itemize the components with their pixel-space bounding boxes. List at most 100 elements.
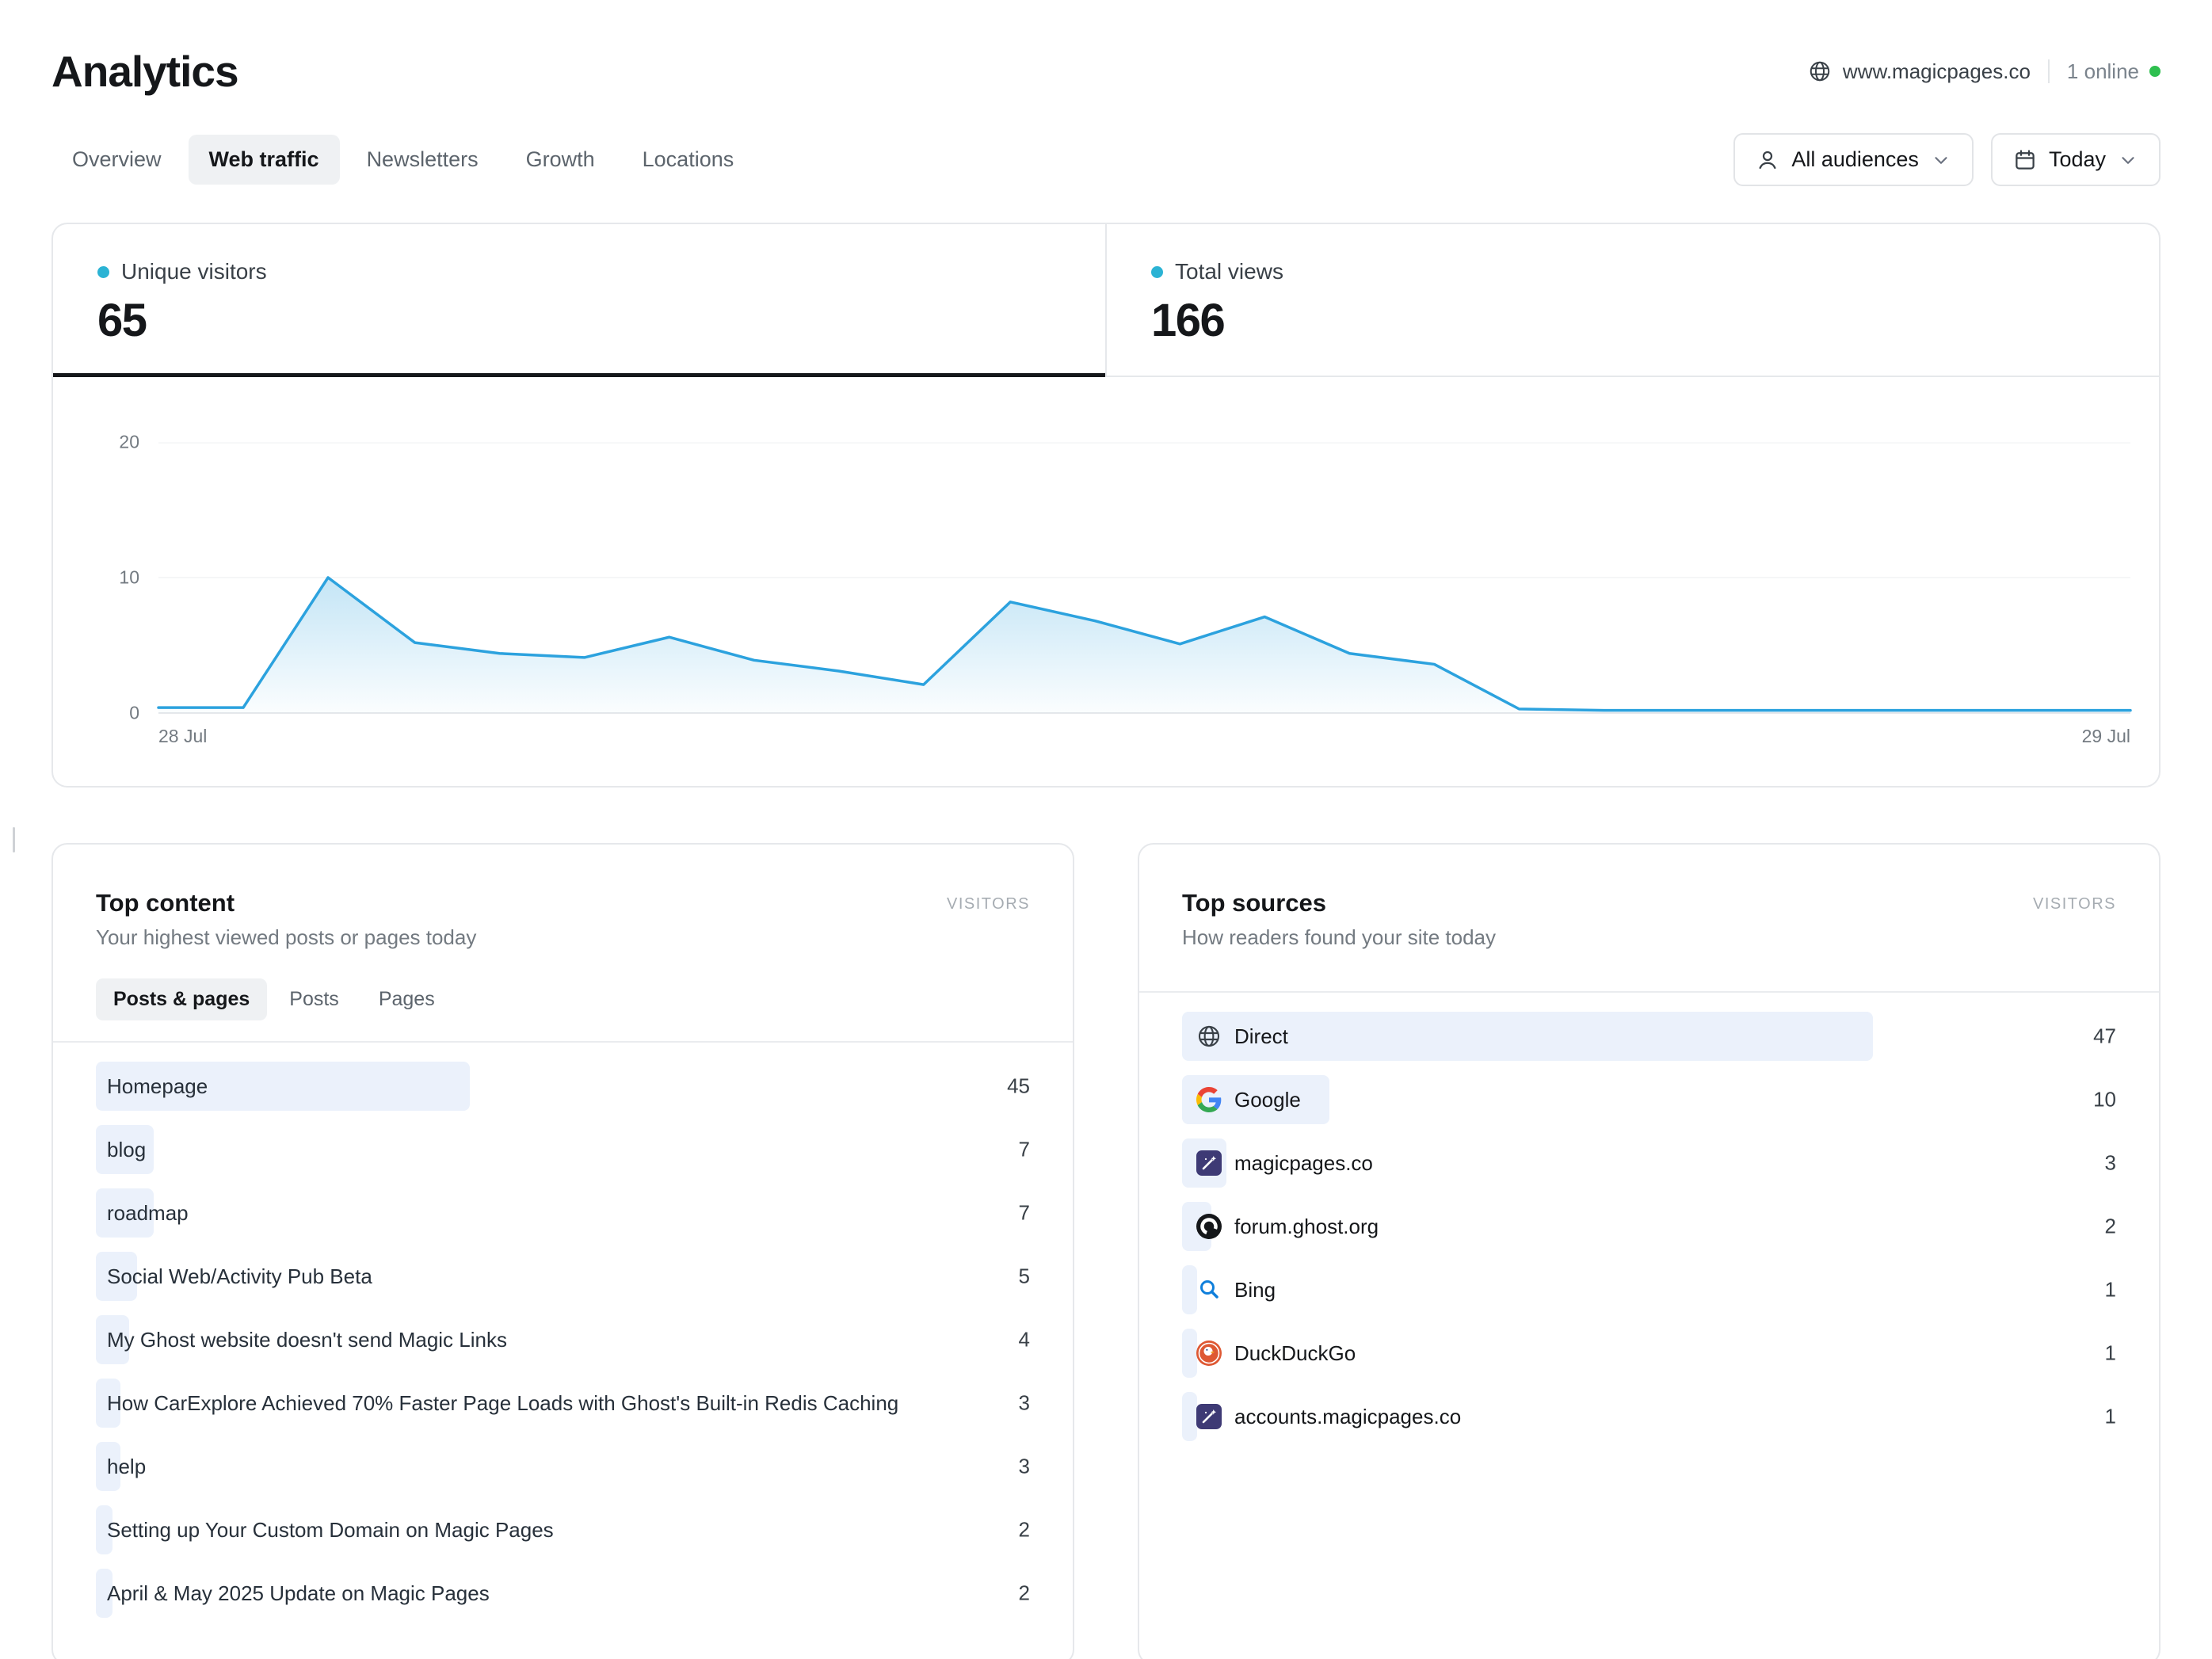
row-content: My Ghost website doesn't send Magic Link…	[96, 1315, 1030, 1364]
table-row[interactable]: Setting up Your Custom Domain on Magic P…	[96, 1505, 1030, 1554]
globe-icon	[1196, 1024, 1222, 1049]
row-content: magicpages.co	[1182, 1138, 2116, 1188]
analytics-page: Analytics www.magicpages.co 1 online Ove…	[0, 0, 2212, 1659]
row-value: 5	[1019, 1264, 1030, 1289]
card-subtitle: How readers found your site today	[1182, 925, 1496, 950]
toolbar: OverviewWeb trafficNewslettersGrowthLoca…	[51, 133, 2161, 186]
row-value: 3	[1019, 1455, 1030, 1479]
table-row[interactable]: April & May 2025 Update on Magic Pages2	[96, 1569, 1030, 1618]
duckduckgo-icon	[1196, 1341, 1222, 1366]
row-content: April & May 2025 Update on Magic Pages	[96, 1569, 1030, 1618]
card-header: Top content Your highest viewed posts or…	[53, 845, 1073, 950]
top-sources-card: Top sources How readers found your site …	[1138, 843, 2161, 1659]
row-content: Social Web/Activity Pub Beta	[96, 1252, 1030, 1301]
row-value: 2	[2105, 1215, 2116, 1239]
table-row[interactable]: blog7	[96, 1125, 1030, 1174]
stats-row: Unique visitors 65 Total views 166	[53, 224, 2159, 377]
content-rows: Homepage 45 blog7 roadmap 7 Social Web/Activi…	[53, 1043, 1073, 1659]
row-value: 3	[1019, 1391, 1030, 1416]
row-label: forum.ghost.org	[1234, 1215, 1379, 1239]
chart-y-axis: 01020	[53, 442, 158, 713]
table-row[interactable]: forum.ghost.org 2	[1182, 1202, 2116, 1251]
content-tab-posts[interactable]: Posts	[272, 978, 357, 1020]
row-label: accounts.magicpages.co	[1234, 1405, 1461, 1429]
table-row[interactable]: accounts.magicpages.co 1	[1182, 1392, 2116, 1441]
chart-plot-area: 28 Jul 29 Jul	[158, 442, 2130, 713]
ghost-forum-icon	[1196, 1214, 1222, 1239]
nav-tabs: OverviewWeb trafficNewslettersGrowthLoca…	[51, 135, 754, 185]
tab-newsletters[interactable]: Newsletters	[346, 135, 499, 185]
tab-web-traffic[interactable]: Web traffic	[189, 135, 340, 185]
table-row[interactable]: Bing 1	[1182, 1265, 2116, 1314]
sources-rows: Direct47 Google10 magicpages.co 3 forum.ghos…	[1139, 993, 2159, 1487]
row-value: 47	[2093, 1024, 2116, 1049]
date-filter-label: Today	[2049, 147, 2106, 172]
table-row[interactable]: Direct47	[1182, 1012, 2116, 1061]
row-content: How CarExplore Achieved 70% Faster Page …	[96, 1379, 1030, 1428]
traffic-card: Unique visitors 65 Total views 166 01020	[51, 223, 2161, 788]
site-info: www.magicpages.co 1 online	[1808, 59, 2161, 84]
audience-filter-label: All audiences	[1791, 147, 1919, 172]
y-axis-label: 20	[119, 432, 139, 453]
card-subtitle: Your highest viewed posts or pages today	[96, 925, 476, 950]
site-url-link[interactable]: www.magicpages.co	[1843, 59, 2031, 84]
bing-icon	[1196, 1277, 1222, 1302]
stat-value: 166	[1151, 294, 2159, 347]
table-row[interactable]: How CarExplore Achieved 70% Faster Page …	[96, 1379, 1030, 1428]
table-row[interactable]: roadmap 7	[96, 1188, 1030, 1238]
content-tabs: Posts & pagesPostsPages	[53, 950, 1073, 1020]
row-content: help	[96, 1442, 1030, 1491]
header-divider	[2048, 59, 2050, 83]
row-value: 1	[2105, 1405, 2116, 1429]
globe-icon	[1808, 59, 1832, 83]
row-content: Homepage	[96, 1062, 1030, 1111]
row-content: Direct	[1182, 1012, 2116, 1061]
row-label: Bing	[1234, 1278, 1276, 1302]
table-row[interactable]: DuckDuckGo1	[1182, 1329, 2116, 1378]
audience-filter-button[interactable]: All audiences	[1733, 133, 1974, 186]
tab-locations[interactable]: Locations	[622, 135, 755, 185]
scrollbar[interactable]	[13, 827, 15, 852]
stat-dot	[97, 266, 109, 278]
table-row[interactable]: Google10	[1182, 1075, 2116, 1124]
content-tab-posts-pages[interactable]: Posts & pages	[96, 978, 267, 1020]
top-content-card: Top content Your highest viewed posts or…	[51, 843, 1074, 1659]
row-value: 1	[2105, 1278, 2116, 1302]
row-label: My Ghost website doesn't send Magic Link…	[107, 1328, 507, 1352]
date-filter-button[interactable]: Today	[1991, 133, 2161, 186]
table-row[interactable]: magicpages.co 3	[1182, 1138, 2116, 1188]
row-value: 7	[1019, 1201, 1030, 1226]
row-label: magicpages.co	[1234, 1151, 1373, 1176]
table-row[interactable]: help 3	[96, 1442, 1030, 1491]
row-content: accounts.magicpages.co	[1182, 1392, 2116, 1441]
tab-growth[interactable]: Growth	[505, 135, 616, 185]
row-content: Setting up Your Custom Domain on Magic P…	[96, 1505, 1030, 1554]
row-value: 3	[2105, 1151, 2116, 1176]
y-axis-label: 0	[129, 703, 139, 724]
magicpages-icon	[1196, 1404, 1222, 1429]
tab-overview[interactable]: Overview	[51, 135, 182, 185]
row-label: Homepage	[107, 1074, 208, 1099]
google-icon	[1196, 1087, 1222, 1112]
card-header: Top sources How readers found your site …	[1139, 845, 2159, 950]
table-row[interactable]: My Ghost website doesn't send Magic Link…	[96, 1315, 1030, 1364]
row-label: Setting up Your Custom Domain on Magic P…	[107, 1518, 554, 1543]
row-content: roadmap	[96, 1188, 1030, 1238]
row-label: help	[107, 1455, 146, 1479]
content-tab-pages[interactable]: Pages	[361, 978, 452, 1020]
stat-value: 65	[97, 294, 1105, 347]
table-row[interactable]: Homepage 45	[96, 1062, 1030, 1111]
row-value: 45	[1007, 1074, 1030, 1099]
row-value: 1	[2105, 1341, 2116, 1366]
row-value: 2	[1019, 1581, 1030, 1606]
person-icon	[1756, 148, 1779, 172]
y-axis-label: 10	[119, 567, 139, 589]
page-header: Analytics www.magicpages.co 1 online	[51, 46, 2161, 97]
stat-unique-visitors[interactable]: Unique visitors 65	[53, 224, 1105, 376]
row-content: Bing	[1182, 1265, 2116, 1314]
stat-total-views[interactable]: Total views 166	[1105, 224, 2159, 376]
bottom-cards: Top content Your highest viewed posts or…	[51, 843, 2161, 1659]
table-row[interactable]: Social Web/Activity Pub Beta5	[96, 1252, 1030, 1301]
row-label: roadmap	[107, 1201, 189, 1226]
row-value: 10	[2093, 1088, 2116, 1112]
